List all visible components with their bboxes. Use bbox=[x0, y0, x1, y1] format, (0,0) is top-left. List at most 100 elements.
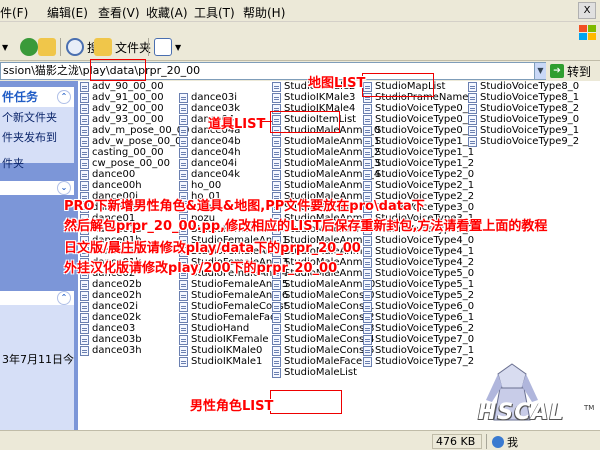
file-item[interactable]: StudioVoiceType6_0 bbox=[363, 301, 474, 312]
file-item[interactable]: dance02h bbox=[80, 290, 142, 301]
file-item[interactable]: StudioMaleFace bbox=[272, 356, 362, 367]
menu-help[interactable]: 帮助(H) bbox=[243, 4, 285, 21]
menu-file[interactable]: 件(F) bbox=[0, 4, 28, 21]
file-item[interactable]: dance04k bbox=[179, 169, 240, 180]
file-item[interactable]: dance00 bbox=[80, 169, 135, 180]
file-item[interactable]: StudioMaleConst4 bbox=[272, 334, 374, 345]
file-item[interactable]: StudioVoiceType1_0 bbox=[363, 136, 474, 147]
file-item[interactable]: StudioVoiceType7_2 bbox=[363, 356, 474, 367]
file-icon bbox=[468, 125, 477, 136]
file-item[interactable]: StudioMaleConst0 bbox=[272, 290, 374, 301]
file-item[interactable]: StudioMaleAnm10 bbox=[272, 279, 375, 290]
file-name: dance02k bbox=[92, 312, 141, 323]
menu-favorites[interactable]: 收藏(A) bbox=[146, 4, 188, 21]
file-item[interactable]: StudioVoiceType4_1 bbox=[363, 246, 474, 257]
file-item[interactable]: StudioMaleList bbox=[272, 367, 357, 378]
file-item[interactable]: adv_m_pose_00_00 bbox=[80, 125, 189, 136]
file-item[interactable]: adv_91_00_00 bbox=[80, 92, 164, 103]
file-item[interactable]: StudioMaleConst2 bbox=[272, 312, 374, 323]
file-item[interactable]: StudioVoiceType1_1 bbox=[363, 147, 474, 158]
address-dropdown-button[interactable]: ▼ bbox=[534, 63, 546, 79]
up-folder-button[interactable] bbox=[38, 37, 59, 57]
file-item[interactable]: StudioMaleAnm1 bbox=[272, 180, 369, 191]
other-places-panel: ⌄ bbox=[0, 181, 74, 195]
file-item[interactable]: StudioVoiceType9_0 bbox=[468, 114, 579, 125]
file-item[interactable]: StudioVoiceType9_2 bbox=[468, 136, 579, 147]
file-item[interactable]: StudioVoiceType2_0 bbox=[363, 169, 474, 180]
task-link-new-folder[interactable]: 个新文件夹 bbox=[0, 107, 74, 127]
file-item[interactable]: StudioVoiceType5_1 bbox=[363, 279, 474, 290]
file-item[interactable]: StudioVoiceType8_2 bbox=[468, 103, 579, 114]
file-item[interactable]: StudioIKFemale bbox=[179, 334, 269, 345]
other-places-header[interactable]: ⌄ bbox=[0, 181, 74, 195]
file-item[interactable]: StudioVoiceType0_1 bbox=[363, 114, 474, 125]
file-name: StudioVoiceType7_2 bbox=[375, 356, 475, 367]
menu-tools[interactable]: 工具(T) bbox=[194, 4, 235, 21]
file-item[interactable]: adv_90_00_00 bbox=[80, 81, 164, 92]
file-item[interactable]: adv_93_00_00 bbox=[80, 114, 164, 125]
file-item[interactable]: StudioVoiceType4_0 bbox=[363, 235, 474, 246]
file-item[interactable]: StudioMaleConst1 bbox=[272, 301, 374, 312]
file-item[interactable]: cw_pose_00_00 bbox=[80, 158, 170, 169]
file-item[interactable]: dance00h bbox=[80, 180, 142, 191]
menu-view[interactable]: 查看(V) bbox=[98, 4, 140, 21]
file-item[interactable]: StudioIKMale3 bbox=[272, 92, 355, 103]
details-header[interactable]: ⌃ bbox=[0, 291, 74, 305]
file-item[interactable]: ho_00 bbox=[179, 180, 221, 191]
file-item[interactable]: StudioVoiceType7_1 bbox=[363, 345, 474, 356]
task-link-publish[interactable]: 件夹发布到 bbox=[0, 127, 74, 147]
file-item[interactable]: adv_w_pose_00_00 bbox=[80, 136, 188, 147]
file-icon bbox=[272, 334, 281, 345]
file-item[interactable]: StudioVoiceType0_0 bbox=[363, 103, 474, 114]
file-item[interactable]: StudioVoiceType1_2 bbox=[363, 158, 474, 169]
file-item[interactable]: StudioVoiceType8_1 bbox=[468, 92, 579, 103]
back-dropdown-button[interactable]: ▼ bbox=[2, 37, 8, 57]
file-name: StudioMaleConst0 bbox=[284, 290, 375, 301]
file-item[interactable]: StudioVoiceType5_0 bbox=[363, 268, 474, 279]
file-item[interactable]: StudioIKMale1 bbox=[179, 356, 262, 367]
watermark-logo: HSCAL bbox=[478, 400, 565, 425]
file-item[interactable]: StudioVoiceType2_1 bbox=[363, 180, 474, 191]
file-item[interactable]: StudioVoiceType0_2 bbox=[363, 125, 474, 136]
task-link-share[interactable]: 件夹 bbox=[0, 153, 74, 173]
file-item[interactable]: StudioMaleConst3 bbox=[272, 323, 374, 334]
file-item[interactable]: StudioVoiceType6_1 bbox=[363, 312, 474, 323]
file-item[interactable]: dance04i bbox=[179, 158, 237, 169]
collapse-icon[interactable]: ⌃ bbox=[57, 291, 71, 305]
file-icon bbox=[468, 103, 477, 114]
folders-button[interactable]: 文件夹 bbox=[94, 37, 151, 57]
file-item[interactable]: dance03h bbox=[80, 345, 142, 356]
expand-icon[interactable]: ⌄ bbox=[57, 181, 71, 195]
file-item[interactable]: dance04h bbox=[179, 147, 241, 158]
close-button[interactable]: X bbox=[578, 2, 596, 19]
file-item[interactable]: dance03i bbox=[179, 92, 237, 103]
file-item[interactable]: StudioVoiceType4_2 bbox=[363, 257, 474, 268]
address-input[interactable]: ssion\猫影之泷\play\data\prpr_20_00 bbox=[0, 62, 546, 80]
file-icon bbox=[363, 158, 372, 169]
file-item[interactable]: dance04b bbox=[179, 136, 241, 147]
go-button[interactable]: ➔ 转到 bbox=[550, 62, 598, 80]
file-icon bbox=[272, 169, 281, 180]
menu-edit[interactable]: 编辑(E) bbox=[47, 4, 88, 21]
file-item[interactable]: StudioVoiceType7_0 bbox=[363, 334, 474, 345]
file-item[interactable]: dance02b bbox=[80, 279, 142, 290]
file-item[interactable]: casting_00_00 bbox=[80, 147, 164, 158]
file-item[interactable]: StudioVoiceType5_2 bbox=[363, 290, 474, 301]
file-tasks-header[interactable]: 件任务 ⌃ bbox=[0, 87, 74, 107]
file-item[interactable]: StudioVoiceType8_0 bbox=[468, 81, 579, 92]
file-item[interactable]: StudioVoiceType6_2 bbox=[363, 323, 474, 334]
collapse-icon[interactable]: ⌃ bbox=[57, 90, 71, 104]
file-item[interactable]: adv_92_00_00 bbox=[80, 103, 164, 114]
file-item[interactable]: StudioIKMale0 bbox=[179, 345, 262, 356]
file-item[interactable]: StudioHand bbox=[179, 323, 249, 334]
file-item[interactable]: StudioVoiceType9_1 bbox=[468, 125, 579, 136]
file-item[interactable]: dance03b bbox=[80, 334, 142, 345]
views-button[interactable]: ▼ bbox=[154, 37, 181, 57]
file-item[interactable]: dance03 bbox=[80, 323, 135, 334]
file-item[interactable]: dance02i bbox=[80, 301, 138, 312]
file-name: StudioVoiceType7_1 bbox=[375, 345, 475, 356]
file-item[interactable]: dance02k bbox=[80, 312, 141, 323]
file-item[interactable]: StudioFemaleFace bbox=[179, 312, 282, 323]
file-icon bbox=[363, 246, 372, 257]
file-item[interactable]: StudioMaleConst5 bbox=[272, 345, 374, 356]
